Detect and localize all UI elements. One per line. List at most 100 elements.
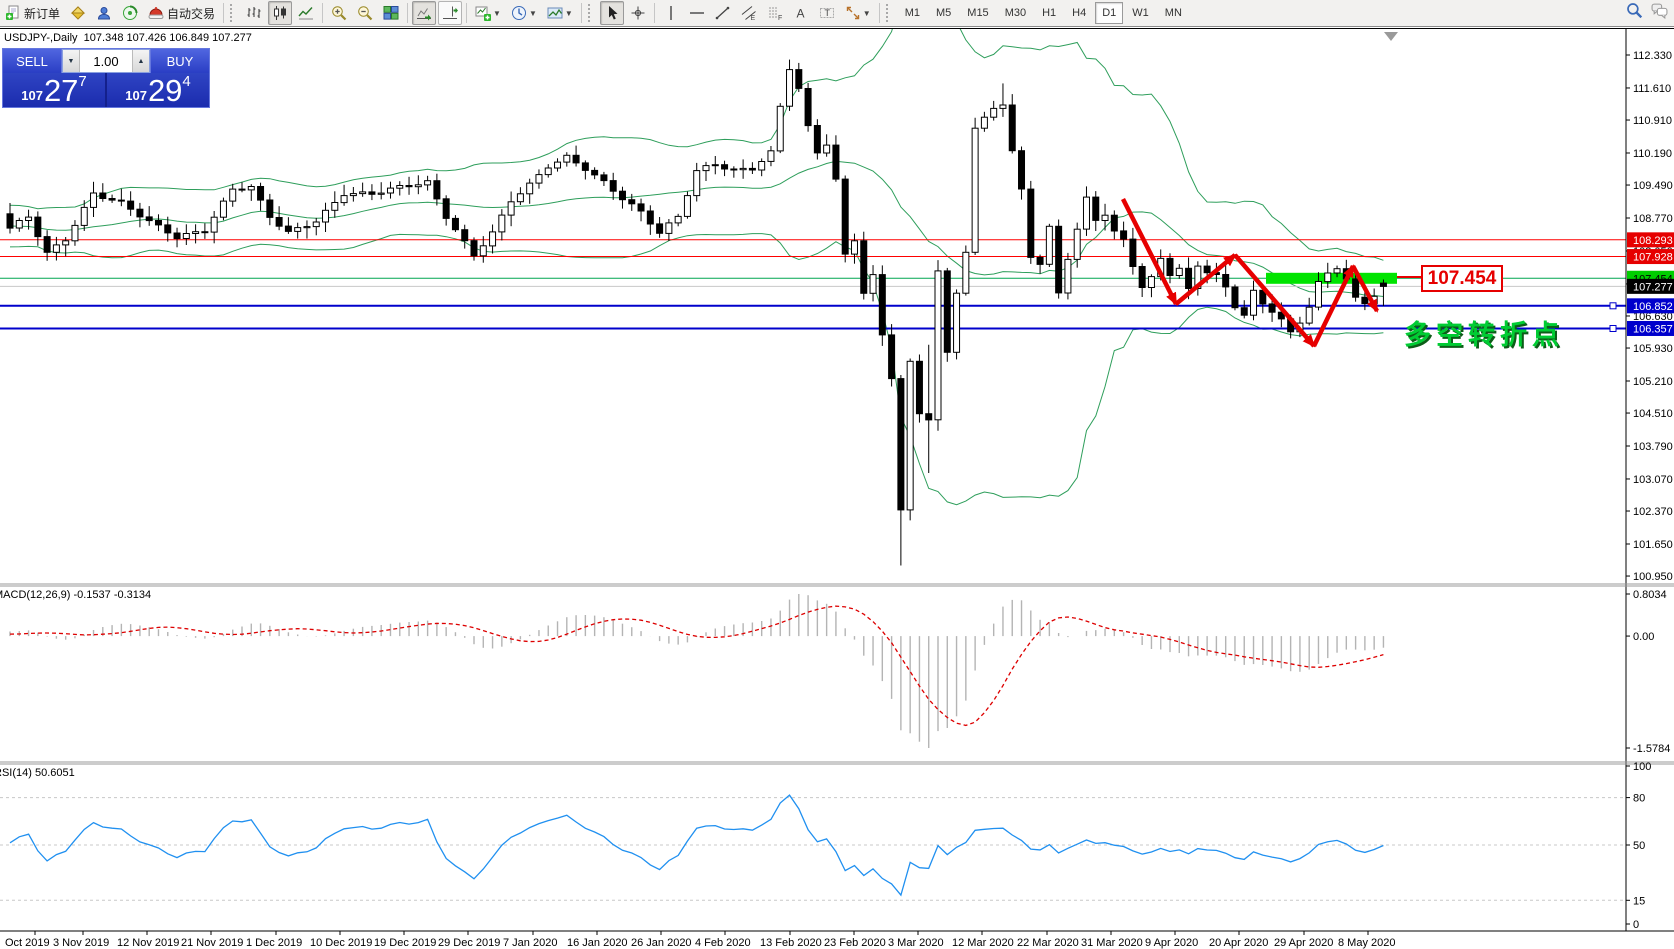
chevron-down-icon[interactable]: ▼ (493, 9, 501, 18)
candle-body (63, 241, 69, 245)
price-tick-label: 105.930 (1633, 343, 1673, 355)
search-icon[interactable] (1626, 2, 1643, 24)
hline-handle[interactable] (1610, 326, 1616, 332)
horizontal-line-button[interactable] (685, 1, 709, 25)
resistance-zone-rect[interactable] (1266, 273, 1397, 284)
autotrading-button[interactable]: 自动交易 (144, 1, 219, 25)
price-annotation-box[interactable]: 107.454 (1421, 265, 1503, 292)
svg-text:A: A (796, 7, 804, 21)
vertical-line-button[interactable] (659, 1, 683, 25)
rsi-tick-label: 0 (1633, 919, 1639, 931)
candle-body (387, 188, 393, 193)
macd-pane[interactable]: 0.80340.00-1.5784MACD(12,26,9) -0.1537 -… (0, 589, 1670, 755)
candle-body (230, 189, 236, 201)
chart-canvas[interactable]: 112.330111.610110.910110.190109.490108.7… (0, 29, 1674, 949)
new-order-label: 新订单 (24, 5, 60, 22)
volume-decrease-button[interactable]: ▼ (63, 50, 80, 72)
macd-tick-label: 0.00 (1633, 631, 1654, 643)
rsi-tick-label: 80 (1633, 793, 1645, 805)
line-chart-button[interactable] (294, 1, 318, 25)
candle-body (1167, 258, 1173, 275)
sell-price[interactable]: 107 27 7 (3, 73, 105, 107)
candle-body (118, 200, 124, 201)
candle-body (211, 217, 217, 232)
candle-body (805, 89, 811, 126)
hline-handle[interactable] (1610, 303, 1616, 309)
candlestick-chart-button[interactable] (268, 1, 292, 25)
rsi-pane[interactable]: 1008050150RSI(14) 50.6051 (0, 761, 1651, 931)
buy-button[interactable]: BUY (150, 49, 209, 73)
crosshair-button[interactable] (626, 1, 650, 25)
new-chart-button[interactable]: ▼ (471, 1, 505, 25)
timeframe-d1-button[interactable]: D1 (1095, 2, 1123, 24)
timeframe-m15-button[interactable]: M15 (960, 2, 995, 24)
candle-body (954, 293, 960, 352)
candle-body (592, 170, 598, 175)
price-badge-label: 107.277 (1633, 281, 1673, 293)
autotrading-icon (148, 5, 164, 21)
timeframe-mn-button[interactable]: MN (1158, 2, 1189, 24)
candle-body (137, 209, 143, 217)
timeframe-w1-button[interactable]: W1 (1125, 2, 1156, 24)
zoom-in-button[interactable] (327, 1, 351, 25)
date-tick-label: 26 Jan 2020 (631, 937, 692, 949)
timeframe-h4-button[interactable]: H4 (1065, 2, 1093, 24)
bar-chart-button[interactable] (242, 1, 266, 25)
fibonacci-button[interactable]: F (763, 1, 787, 25)
timeframe-m1-button[interactable]: M1 (898, 2, 927, 24)
templates-button[interactable]: ▼ (543, 1, 577, 25)
arrows-button[interactable]: ▼ (841, 1, 875, 25)
chinese-annotation[interactable]: 多空转折点 (1404, 313, 1564, 352)
candle-body (406, 186, 412, 187)
buy-price[interactable]: 107 29 4 (107, 73, 209, 107)
chart-shift-button[interactable] (438, 1, 462, 25)
cursor-button[interactable] (600, 1, 624, 25)
auto-scroll-button[interactable] (412, 1, 436, 25)
equidistant-channel-button[interactable]: E (737, 1, 761, 25)
candle-body (341, 196, 347, 203)
signals-button[interactable] (118, 1, 142, 25)
timeframe-m5-button[interactable]: M5 (929, 2, 958, 24)
candle-body (916, 361, 922, 413)
text-label-button[interactable]: T (815, 1, 839, 25)
candle-body (425, 181, 431, 185)
chart-window[interactable]: 112.330111.610110.910110.190109.490108.7… (0, 28, 1674, 949)
candle-body (128, 201, 134, 209)
date-tick-label: 9 Apr 2020 (1145, 937, 1198, 949)
date-axis[interactable]: Oct 20193 Nov 201912 Nov 201921 Nov 2019… (5, 931, 1395, 949)
autotrading-label: 自动交易 (167, 5, 215, 22)
clock-icon (511, 5, 527, 21)
trendline-button[interactable] (711, 1, 735, 25)
new-order-button[interactable]: 新订单 (1, 1, 64, 25)
candle-body (564, 155, 570, 162)
toolbar-separator (581, 3, 582, 23)
timeframe-h1-button[interactable]: H1 (1035, 2, 1063, 24)
community-button[interactable] (92, 1, 116, 25)
chevron-down-icon[interactable]: ▼ (529, 9, 537, 18)
timeframe-m30-button[interactable]: M30 (998, 2, 1033, 24)
toolbar-grip[interactable] (886, 4, 893, 22)
chevron-down-icon[interactable]: ▼ (863, 9, 871, 18)
candle-body (471, 241, 477, 256)
candle-body (1083, 197, 1089, 229)
text-button[interactable]: A (789, 1, 813, 25)
toolbar-grip[interactable] (588, 4, 595, 22)
profiles-button[interactable]: ▼ (507, 1, 541, 25)
candle-body (1176, 268, 1182, 275)
candle-body (898, 379, 904, 510)
sell-button[interactable]: SELL (3, 49, 62, 73)
candle-body (963, 252, 969, 293)
candle-body (777, 106, 783, 151)
volume-increase-button[interactable]: ▲ (132, 50, 149, 72)
candle-body (499, 215, 505, 232)
chart-shift-marker[interactable] (1384, 32, 1398, 41)
zoom-out-button[interactable] (353, 1, 377, 25)
metaeditor-button[interactable] (66, 1, 90, 25)
tile-windows-button[interactable] (379, 1, 403, 25)
chat-icon[interactable] (1651, 2, 1668, 24)
chevron-down-icon[interactable]: ▼ (565, 9, 573, 18)
volume-input[interactable]: 1.00 (80, 54, 132, 69)
trend-arrow[interactable] (1235, 255, 1314, 346)
date-tick-label: 29 Apr 2020 (1274, 937, 1333, 949)
toolbar-grip[interactable] (230, 4, 237, 22)
